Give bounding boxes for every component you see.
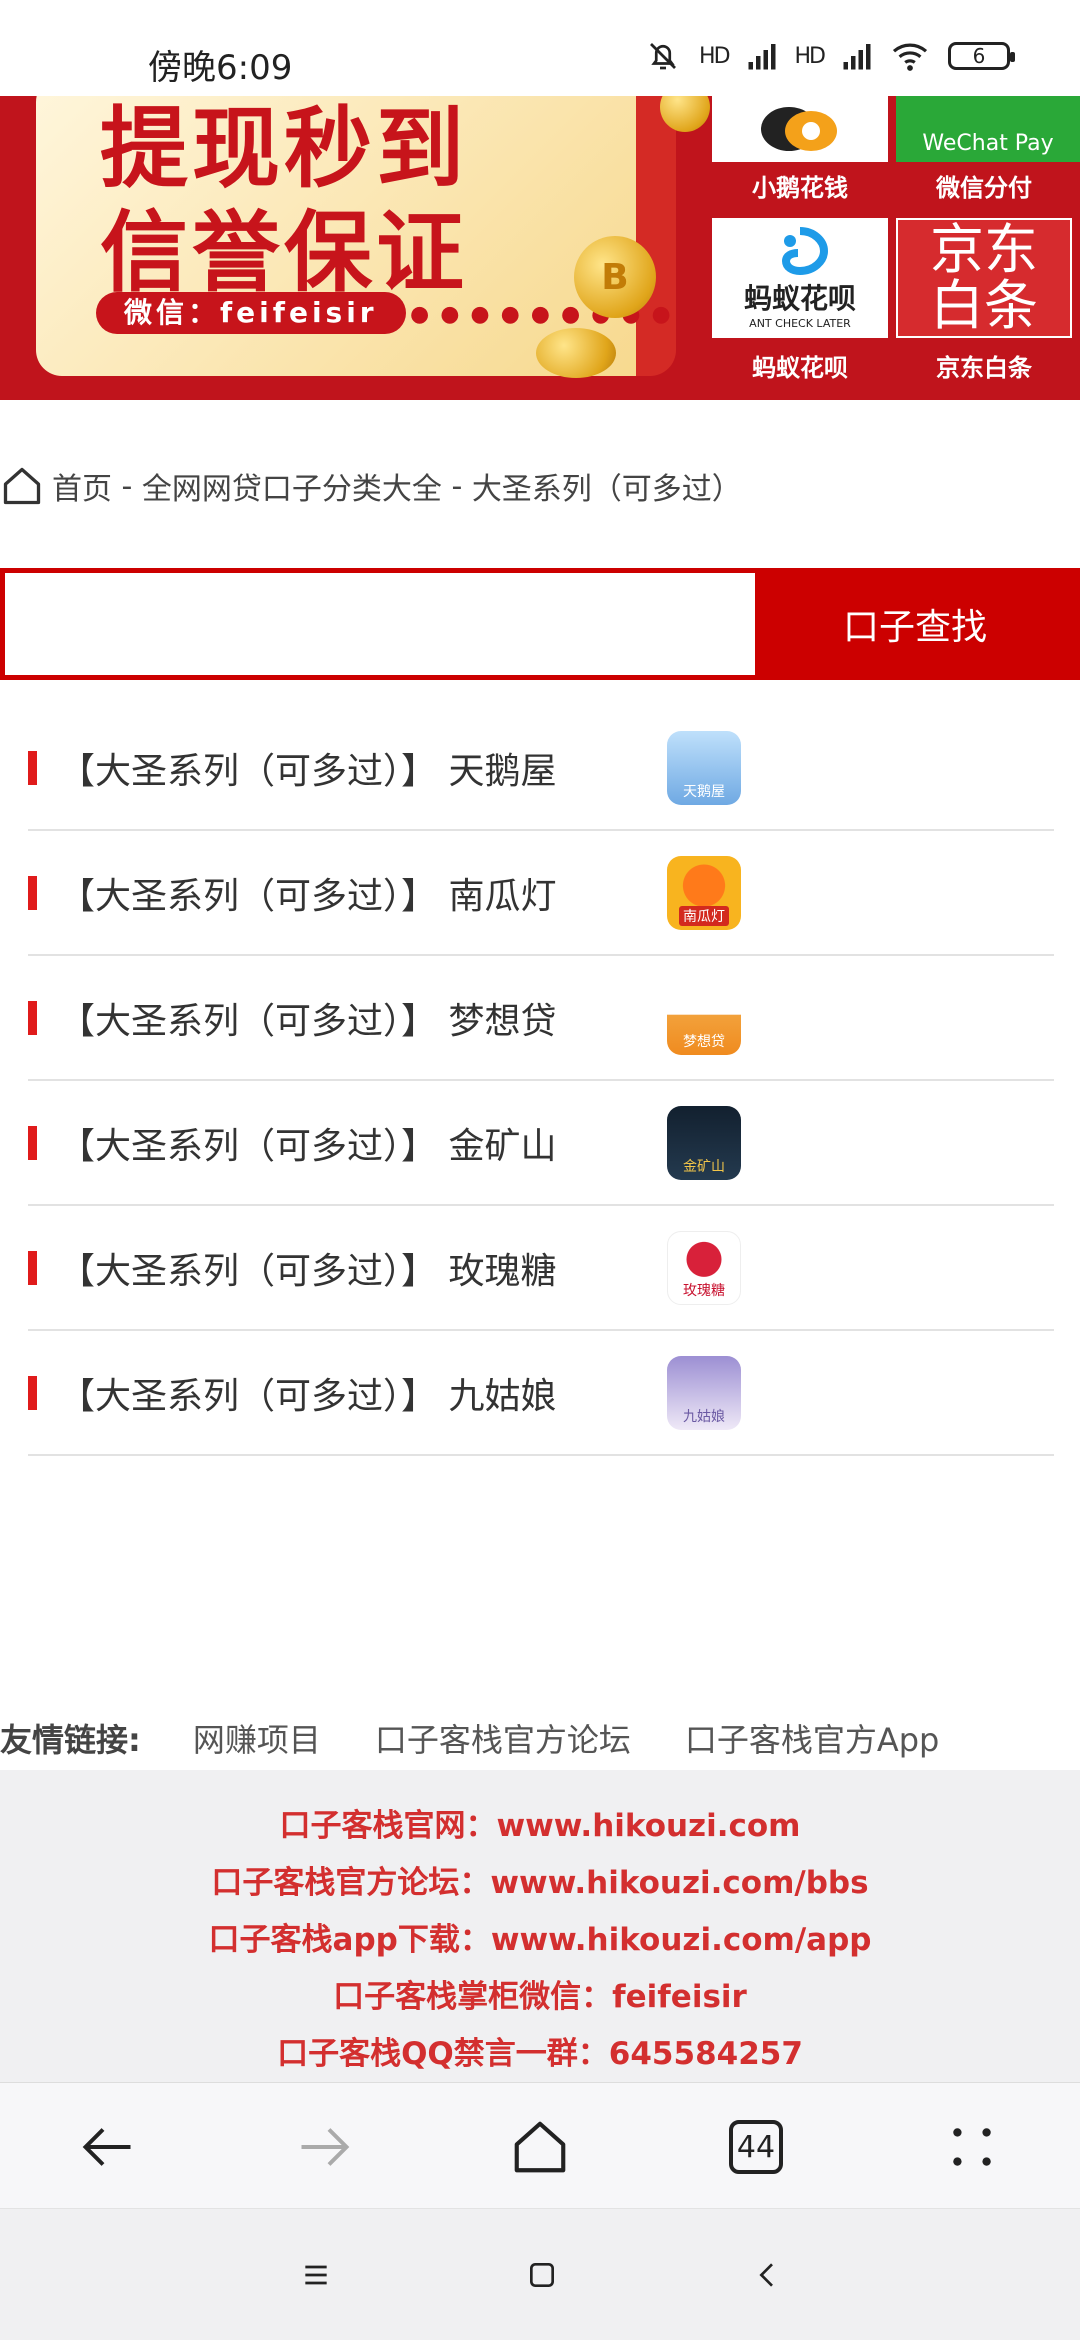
footer-line: 口子客栈官方论坛：www.hikouzi.com/bbs — [211, 1865, 869, 1901]
dream-loan-icon: 梦想贷 — [667, 980, 741, 1055]
nine-girl-icon: 九姑娘 — [667, 1355, 741, 1430]
home-icon — [514, 2121, 566, 2173]
signal-1-label: HD — [699, 43, 731, 69]
forward-button[interactable] — [288, 2111, 360, 2183]
item-list: 【大圣系列（可多过）】 天鹅屋 天鹅屋 【大圣系列（可多过）】 南瓜灯 南瓜灯 … — [28, 706, 1054, 1456]
arrow-right-icon — [301, 2128, 350, 2166]
list-item[interactable]: 【大圣系列（可多过）】 天鹅屋 天鹅屋 — [28, 706, 1054, 831]
status-icons: HD HD 6 — [645, 38, 1015, 74]
ant-huabei-sub: ANT CHECK LATER — [749, 316, 851, 330]
back-button[interactable] — [72, 2111, 144, 2183]
system-home-button[interactable] — [516, 2249, 568, 2301]
breadcrumb-separator: - — [112, 468, 142, 504]
friend-links-title: 友情链接: — [0, 1721, 141, 1759]
breadcrumb: 首页 - 全网网贷口子分类大全 - 大圣系列（可多过） — [0, 456, 1080, 516]
battery-level: 6 — [972, 44, 986, 68]
payment-grid: 小鹅花钱 WeChat Pay 微信分付 蚂蚁花呗 ANT CHECK LATE… — [712, 96, 1080, 400]
list-item-title[interactable]: 【大圣系列（可多过）】 天鹅屋 — [59, 742, 667, 794]
search-input[interactable] — [5, 573, 755, 675]
list-item[interactable]: 【大圣系列（可多过）】 梦想贷 梦想贷 — [28, 956, 1054, 1081]
footer-line: 口子客栈掌柜微信：feifeisir — [333, 1979, 747, 2015]
arrow-left-icon — [82, 2128, 131, 2166]
more-dots-icon — [953, 2128, 991, 2166]
list-item-title[interactable]: 【大圣系列（可多过）】 梦想贷 — [59, 992, 667, 1044]
square-icon — [530, 2263, 554, 2287]
tile-label: 微信分付 — [936, 174, 1032, 202]
coin-icon: B — [574, 236, 656, 318]
search-button[interactable]: 口子查找 — [755, 573, 1075, 675]
footer-line: 口子客栈官网：www.hikouzi.com — [279, 1808, 801, 1844]
breadcrumb-category[interactable]: 全网网贷口子分类大全 — [142, 464, 442, 508]
chevron-left-icon — [759, 2263, 773, 2287]
wifi-icon — [892, 43, 928, 71]
tile-label: 京东白条 — [936, 354, 1032, 382]
system-back-button[interactable] — [742, 2249, 794, 2301]
list-item-title[interactable]: 【大圣系列（可多过）】 金矿山 — [59, 1117, 667, 1169]
home-icon[interactable] — [0, 464, 44, 508]
breadcrumb-current: 大圣系列（可多过） — [471, 472, 742, 507]
list-marker — [28, 750, 37, 785]
footer-line: 口子客栈app下载：www.hikouzi.com/app — [208, 1922, 872, 1958]
xiaoe-logo — [712, 96, 888, 162]
home-button[interactable] — [504, 2111, 576, 2183]
list-item[interactable]: 【大圣系列（可多过）】 南瓜灯 南瓜灯 — [28, 831, 1054, 956]
breadcrumb-separator: - — [441, 468, 472, 504]
menu-icon — [305, 2265, 327, 2285]
tile-label: 小鹅花钱 — [752, 174, 848, 202]
jd-baitiao-logo: 京东 白条 — [896, 218, 1072, 338]
browser-toolbar: 44 — [0, 2082, 1080, 2208]
list-item-title[interactable]: 【大圣系列（可多过）】 玫瑰糖 — [59, 1242, 667, 1294]
system-nav-bar — [0, 2208, 1080, 2340]
ant-huabei-logo: 蚂蚁花呗 ANT CHECK LATER — [712, 218, 888, 338]
banner-title: 提现秒到 信誉保证 — [100, 96, 468, 304]
rose-candy-icon: 玫瑰糖 — [667, 1230, 741, 1305]
tile-label: 蚂蚁花呗 — [752, 354, 848, 382]
pumpkin-lamp-icon: 南瓜灯 — [667, 855, 741, 930]
friend-link[interactable]: 口子客栈官方App — [685, 1715, 940, 1761]
list-marker — [28, 1250, 37, 1285]
banner-wechat: 微信：feifeisir — [96, 292, 406, 334]
breadcrumb-home[interactable]: 首页 — [52, 464, 112, 508]
tabs-button[interactable]: 44 — [720, 2111, 792, 2183]
status-time: 傍晚6:09 — [148, 48, 293, 88]
promo-banner[interactable]: 提现秒到 信誉保证 微信：feifeisir ● ● ● ● ● ● ● ● ●… — [0, 96, 1080, 400]
list-marker — [28, 875, 37, 910]
signal-2-icon — [843, 44, 871, 70]
friend-links: 友情链接: 网赚项目 口子客栈官方论坛 口子客栈官方App — [0, 1708, 1080, 1768]
footer-line: 口子客栈QQ禁言一群：645584257 — [277, 2036, 803, 2072]
list-marker — [28, 1125, 37, 1160]
list-item[interactable]: 【大圣系列（可多过）】 九姑娘 九姑娘 — [28, 1331, 1054, 1456]
recent-apps-button[interactable] — [290, 2249, 342, 2301]
banner-title-line2: 信誉保证 — [100, 200, 469, 304]
list-marker — [28, 1000, 37, 1035]
banner-title-line1: 提现秒到 — [100, 96, 469, 200]
signal-2-label: HD — [794, 43, 827, 69]
signal-1-icon — [748, 44, 776, 70]
list-item-title[interactable]: 【大圣系列（可多过）】 南瓜灯 — [59, 867, 667, 919]
tab-count: 44 — [729, 2120, 783, 2174]
ant-huabei-text: 蚂蚁花呗 — [743, 281, 856, 315]
search-bar: 口子查找 — [0, 568, 1080, 680]
list-item[interactable]: 【大圣系列（可多过）】 玫瑰糖 玫瑰糖 — [28, 1206, 1054, 1331]
site-footer: 口子客栈官网：www.hikouzi.com 口子客栈官方论坛：www.hiko… — [0, 1770, 1080, 2082]
mute-bell-icon — [650, 43, 676, 70]
friend-link[interactable]: 口子客栈官方论坛 — [375, 1715, 631, 1761]
coin-icon — [536, 328, 616, 378]
list-item-title[interactable]: 【大圣系列（可多过）】 九姑娘 — [59, 1367, 667, 1419]
wechat-pay-logo: WeChat Pay — [896, 96, 1080, 162]
list-item[interactable]: 【大圣系列（可多过）】 金矿山 金矿山 — [28, 1081, 1054, 1206]
gold-mountain-icon: 金矿山 — [667, 1105, 741, 1180]
battery-icon: 6 — [948, 42, 1015, 70]
swan-house-icon: 天鹅屋 — [667, 730, 741, 805]
status-bar: 傍晚6:09 HD HD 6 — [0, 0, 1080, 96]
list-marker — [28, 1375, 37, 1410]
friend-link[interactable]: 网赚项目 — [193, 1715, 321, 1761]
menu-button[interactable] — [936, 2111, 1008, 2183]
